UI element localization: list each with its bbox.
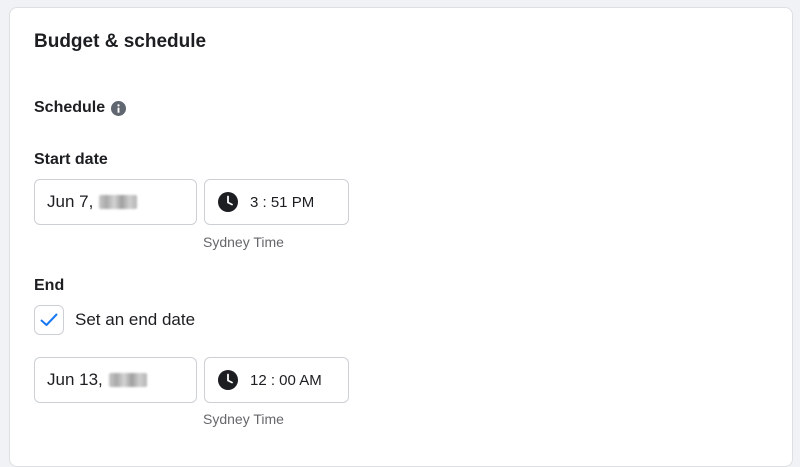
start-date-label: Start date [34, 151, 108, 168]
schedule-heading-label: Schedule [34, 99, 106, 116]
clock-icon [218, 192, 238, 212]
redacted-year [99, 195, 138, 209]
start-timezone-note: Sydney Time [203, 234, 284, 250]
set-end-date-label: Set an end date [75, 310, 196, 329]
clock-icon [218, 370, 238, 390]
section-title: Budget & schedule [34, 31, 207, 52]
start-date-value: Jun 7, [47, 192, 94, 211]
end-time-input[interactable]: 12 : 00 AM [204, 357, 349, 403]
end-date-input[interactable]: Jun 13, [34, 357, 197, 403]
budget-schedule-card: Budget & schedule Schedule Start date Ju… [9, 7, 793, 467]
end-date-value: Jun 13, [47, 370, 103, 389]
end-timezone-note: Sydney Time [203, 411, 284, 427]
schedule-heading: Schedule [34, 99, 127, 117]
start-time-input[interactable]: 3 : 51 PM [204, 179, 349, 225]
set-end-date-checkbox-row[interactable]: Set an end date [34, 305, 195, 335]
end-time-value: 12 : 00 AM [250, 371, 322, 389]
end-label: End [34, 277, 65, 294]
checkmark-icon [40, 313, 58, 326]
start-date-input[interactable]: Jun 7, [34, 179, 197, 225]
info-icon[interactable] [111, 100, 127, 116]
set-end-date-checkbox[interactable] [34, 305, 64, 335]
redacted-year [108, 373, 147, 387]
start-time-value: 3 : 51 PM [250, 193, 315, 211]
